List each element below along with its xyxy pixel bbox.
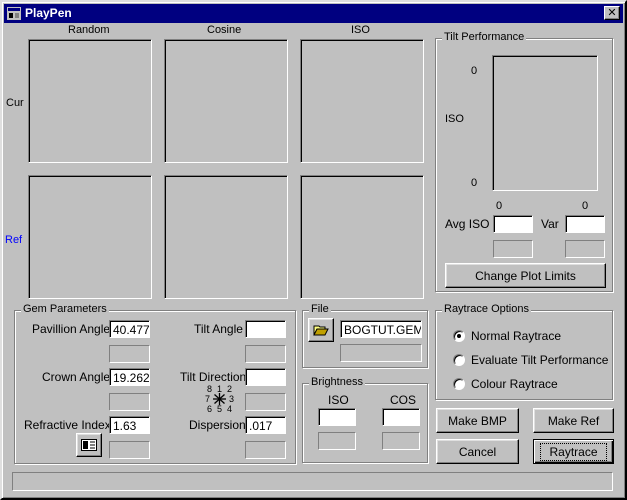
close-button[interactable]: ✕ xyxy=(604,6,620,20)
tilt-plot-y-bottom: 0 xyxy=(471,177,478,189)
plot-cur-iso xyxy=(300,39,424,163)
radio-normal-raytrace[interactable]: Normal Raytrace xyxy=(453,328,603,344)
gem-app-icon xyxy=(7,7,21,20)
brightness-iso-field[interactable] xyxy=(318,408,356,426)
pavilion-angle-label: Pavillion Angle xyxy=(32,322,111,336)
brightness-cos-readout xyxy=(382,432,420,450)
title-bar[interactable]: PlayPen ✕ xyxy=(4,4,623,23)
tilt-angle-readout xyxy=(245,345,286,363)
tilt-direction-label: Tilt Direction xyxy=(180,370,247,384)
radio-button[interactable] xyxy=(453,354,465,366)
crown-angle-label: Crown Angle xyxy=(42,370,111,384)
filename-field[interactable]: BOGTUT.GEM xyxy=(340,320,422,338)
tilt-plot-y-axis-label: ISO xyxy=(445,113,464,125)
radio-colour-raytrace[interactable]: Colour Raytrace xyxy=(453,376,603,392)
gem-parameters-title: Gem Parameters xyxy=(21,303,109,315)
tilt-plot-x-left: 0 xyxy=(496,200,503,212)
brightness-iso-readout xyxy=(318,432,356,450)
pavilion-angle-field[interactable]: 40.477 xyxy=(109,320,150,338)
plot-ref-random xyxy=(28,175,152,299)
make-bmp-button[interactable]: Make BMP xyxy=(436,408,519,433)
plot-ref-iso xyxy=(300,175,424,299)
folder-open-icon xyxy=(313,325,329,335)
tilt-angle-label: Tilt Angle xyxy=(194,322,243,336)
make-ref-button[interactable]: Make Ref xyxy=(533,408,614,433)
cancel-button[interactable]: Cancel xyxy=(436,439,519,464)
radio-evaluate-tilt-performance-label: Evaluate Tilt Performance xyxy=(471,353,609,367)
var-readout xyxy=(565,240,605,258)
radio-colour-raytrace-label: Colour Raytrace xyxy=(471,377,558,391)
plot-cur-cosine xyxy=(164,39,288,163)
direction-digit-5: 5 xyxy=(217,404,223,414)
avg-iso-label: Avg ISO xyxy=(445,217,490,231)
tilt-angle-field[interactable] xyxy=(245,320,286,338)
brightness-cos-field[interactable] xyxy=(382,408,420,426)
playpen-window: PlayPen ✕ Random Cosine ISO Cur Ref Tilt… xyxy=(0,0,627,500)
window-title: PlayPen xyxy=(25,6,72,20)
dispersion-field[interactable]: .017 xyxy=(245,416,286,434)
crown-angle-readout xyxy=(109,393,150,411)
crown-angle-field[interactable]: 19.262 xyxy=(109,368,150,386)
status-bar xyxy=(12,472,613,491)
direction-digit-3: 3 xyxy=(229,394,235,404)
plot-cur-random xyxy=(28,39,152,163)
raytrace-options-title: Raytrace Options xyxy=(442,303,531,315)
close-icon: ✕ xyxy=(607,7,617,19)
dispersion-label: Dispersion xyxy=(189,418,246,432)
pavilion-angle-readout xyxy=(109,345,150,363)
dispersion-readout xyxy=(245,441,286,459)
var-field[interactable] xyxy=(565,215,605,233)
radio-button[interactable] xyxy=(453,330,465,342)
direction-digit-2: 2 xyxy=(227,384,233,394)
brightness-cos-label: COS xyxy=(390,393,417,407)
raytrace-label: Raytrace xyxy=(540,442,607,461)
tilt-plot-y-top: 0 xyxy=(471,65,478,77)
make-bmp-label: Make BMP xyxy=(448,413,507,428)
change-plot-limits-button[interactable]: Change Plot Limits xyxy=(445,263,606,288)
refractive-index-label: Refractive Index xyxy=(24,418,111,432)
brightness-title: Brightness xyxy=(309,376,365,388)
row-label-cur: Cur xyxy=(6,97,24,109)
direction-digit-6: 6 xyxy=(207,404,213,414)
direction-digit-7: 7 xyxy=(205,394,211,404)
change-plot-limits-label: Change Plot Limits xyxy=(475,268,576,283)
avg-iso-readout xyxy=(493,240,533,258)
file-title: File xyxy=(309,303,331,315)
var-label: Var xyxy=(541,217,559,231)
file-readout xyxy=(340,344,422,362)
open-file-button[interactable] xyxy=(308,318,334,342)
brightness-iso-label: ISO xyxy=(328,393,349,407)
tilt-plot-x-right: 0 xyxy=(582,200,589,212)
radio-evaluate-tilt-performance[interactable]: Evaluate Tilt Performance xyxy=(453,352,608,368)
avg-iso-field[interactable] xyxy=(493,215,533,233)
radio-selected-dot xyxy=(457,334,461,338)
tilt-performance-title: Tilt Performance xyxy=(442,31,527,43)
plot-ref-cosine xyxy=(164,175,288,299)
column-header-random: Random xyxy=(68,24,110,36)
refractive-index-readout xyxy=(109,441,150,459)
refractive-index-field[interactable]: 1.63 xyxy=(109,416,150,434)
radio-normal-raytrace-label: Normal Raytrace xyxy=(471,329,562,343)
column-header-iso: ISO xyxy=(351,24,370,36)
tilt-direction-readout xyxy=(245,393,286,411)
cancel-label: Cancel xyxy=(458,444,497,459)
direction-digit-8: 8 xyxy=(207,384,213,394)
tilt-direction-field[interactable] xyxy=(245,368,286,386)
refractive-index-table-button[interactable] xyxy=(76,433,102,457)
tilt-direction-compass: 8 1 2 7 3 6 5 4 xyxy=(205,384,237,414)
radio-button[interactable] xyxy=(453,378,465,390)
direction-digit-4: 4 xyxy=(227,404,233,414)
raytrace-button[interactable]: Raytrace xyxy=(533,439,614,464)
table-lookup-icon xyxy=(81,439,97,451)
column-header-cosine: Cosine xyxy=(207,24,242,36)
make-ref-label: Make Ref xyxy=(547,413,600,428)
row-label-ref: Ref xyxy=(5,234,23,246)
tilt-performance-plot xyxy=(492,55,598,191)
